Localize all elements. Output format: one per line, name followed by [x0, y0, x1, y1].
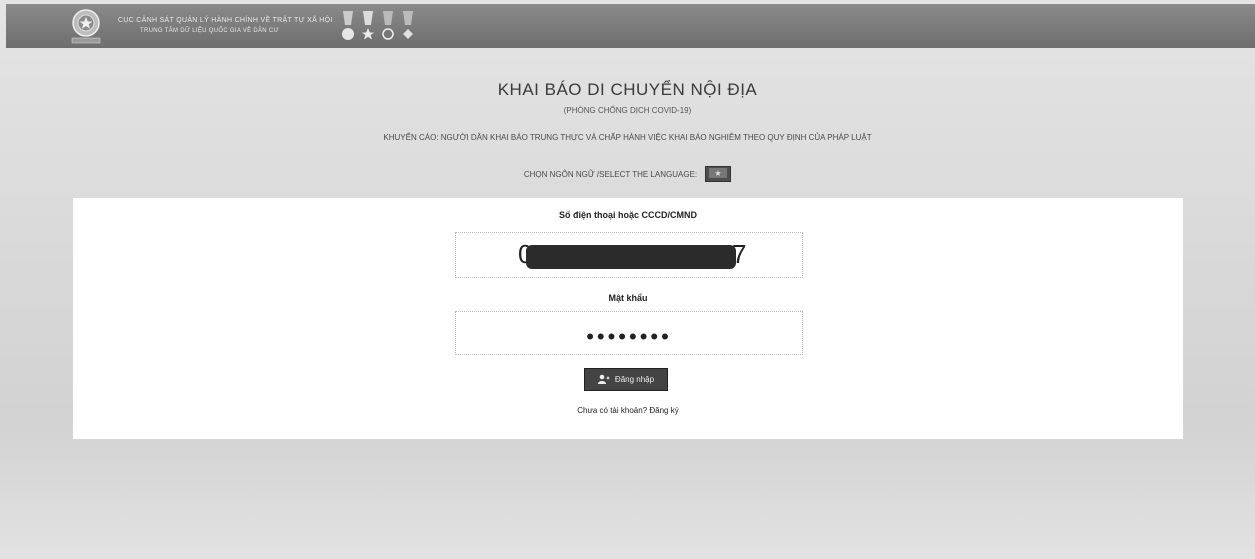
- username-input[interactable]: 0 7: [455, 232, 803, 278]
- password-input[interactable]: ••••••••: [455, 311, 803, 355]
- password-value: ••••••••: [586, 324, 672, 349]
- login-card: Số điện thoại hoặc CCCD/CMND 0 7 Mật khẩ…: [73, 198, 1183, 439]
- redaction-block: [526, 245, 736, 269]
- login-button-label: Đăng nhập: [614, 375, 655, 384]
- warning-text: KHUYẾN CÁO: NGƯỜI DÂN KHAI BÁO TRUNG THỰ…: [383, 133, 872, 142]
- medal-icon: [341, 9, 355, 43]
- medal-icon: [361, 9, 375, 43]
- username-label: Số điện thoại hoặc CCCD/CMND: [558, 210, 697, 220]
- medal-icon: [401, 9, 415, 43]
- login-button[interactable]: Đăng nhập: [584, 368, 668, 391]
- signup-link[interactable]: Chưa có tài khoản? Đăng ký: [73, 406, 1183, 415]
- page-subtitle: (PHÒNG CHỐNG DỊCH COVID-19): [563, 106, 692, 115]
- language-flag-button[interactable]: [705, 166, 732, 182]
- agency-name: CỤC CẢNH SÁT QUẢN LÝ HÀNH CHÍNH VỀ TRẬT …: [118, 16, 333, 36]
- agency-line-1: CỤC CẢNH SÁT QUẢN LÝ HÀNH CHÍNH VỀ TRẬT …: [118, 17, 333, 24]
- medal-icon: [381, 9, 395, 43]
- flag-icon: [709, 168, 728, 180]
- language-label: CHỌN NGÔN NGỮ /SELECT THE LANGUAGE:: [523, 169, 698, 179]
- agency-line-2: TRUNG TÂM DỮ LIỆU QUỐC GIA VỀ DÂN CƯ: [140, 28, 279, 34]
- password-label: Mật khẩu: [608, 293, 648, 303]
- medal-group: [341, 9, 415, 43]
- top-header-bar: CỤC CẢNH SÁT QUẢN LÝ HÀNH CHÍNH VỀ TRẬT …: [6, 4, 1255, 48]
- username-value-end: 7: [732, 239, 747, 269]
- page-title: KHAI BÁO DI CHUYỂN NỘI ĐỊA: [497, 80, 758, 99]
- language-selector-row: CHỌN NGÔN NGỮ /SELECT THE LANGUAGE:: [0, 166, 1255, 182]
- user-plus-icon: [597, 374, 610, 386]
- police-emblem-icon: [66, 6, 106, 46]
